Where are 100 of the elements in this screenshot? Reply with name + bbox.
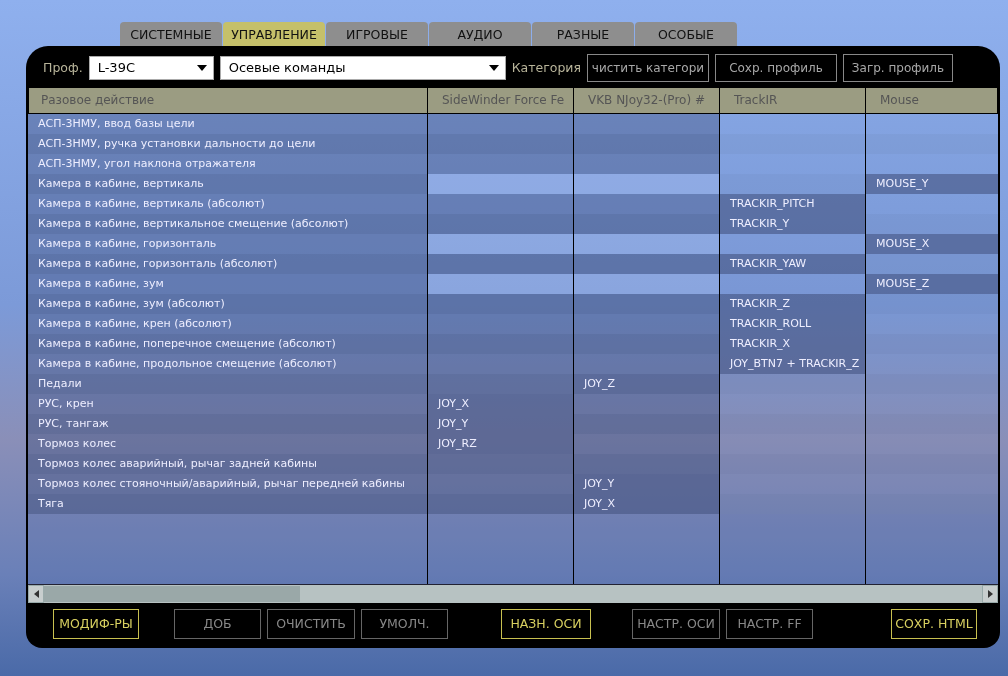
toolbar-button[interactable]: Сохр. профиль xyxy=(714,53,837,82)
binding-cell[interactable] xyxy=(428,453,574,474)
binding-cell[interactable]: MOUSE_Y xyxy=(866,173,998,194)
binding-cell[interactable] xyxy=(866,133,998,154)
action-button[interactable]: ОЧИСТИТЬ xyxy=(267,608,355,639)
binding-cell[interactable] xyxy=(428,493,574,514)
tab[interactable]: АУДИО xyxy=(429,22,531,46)
binding-cell[interactable] xyxy=(866,153,998,174)
action-button[interactable]: НАСТР. ОСИ xyxy=(632,608,720,639)
binding-cell[interactable] xyxy=(720,433,866,454)
toolbar-button[interactable]: Загр. профиль xyxy=(842,53,953,82)
binding-cell[interactable] xyxy=(428,153,574,174)
binding-cell[interactable] xyxy=(574,213,720,234)
binding-cell[interactable] xyxy=(574,193,720,214)
binding-cell[interactable] xyxy=(866,253,998,274)
binding-cell[interactable]: TRACKIR_X xyxy=(720,333,866,354)
binding-cell[interactable] xyxy=(720,453,866,474)
action-cell[interactable]: Педали xyxy=(28,373,428,394)
binding-cell[interactable] xyxy=(574,333,720,354)
binding-cell[interactable]: JOY_Z xyxy=(574,373,720,394)
column-header[interactable]: Разовое действие xyxy=(28,86,428,114)
binding-cell[interactable] xyxy=(866,113,998,134)
binding-cell[interactable]: TRACKIR_ROLL xyxy=(720,313,866,334)
binding-cell[interactable] xyxy=(574,293,720,314)
binding-cell[interactable] xyxy=(720,153,866,174)
binding-cell[interactable]: MOUSE_X xyxy=(866,233,998,254)
binding-cell[interactable]: JOY_BTN7 + TRACKIR_Z xyxy=(720,353,866,374)
binding-cell[interactable] xyxy=(866,293,998,314)
action-cell[interactable]: Камера в кабине, вертикальное смещение (абсолют) xyxy=(28,213,428,234)
action-cell[interactable]: АСП-3НМУ, ручка установки дальности до цели xyxy=(28,133,428,154)
binding-cell[interactable] xyxy=(574,453,720,474)
binding-cell[interactable] xyxy=(428,473,574,494)
binding-cell[interactable] xyxy=(720,393,866,414)
binding-cell[interactable]: JOY_Y xyxy=(428,413,574,434)
binding-cell[interactable] xyxy=(720,473,866,494)
binding-cell[interactable] xyxy=(720,373,866,394)
toolbar-button[interactable]: чистить категори xyxy=(586,53,709,82)
binding-cell[interactable] xyxy=(720,133,866,154)
horizontal-scrollbar[interactable] xyxy=(28,584,998,604)
action-cell[interactable]: Камера в кабине, горизонталь xyxy=(28,233,428,254)
binding-cell[interactable] xyxy=(428,373,574,394)
tab[interactable]: ОСОБЫЕ xyxy=(635,22,737,46)
binding-cell[interactable]: TRACKIR_YAW xyxy=(720,253,866,274)
binding-cell[interactable] xyxy=(428,193,574,214)
binding-cell[interactable] xyxy=(866,393,998,414)
action-cell[interactable]: АСП-3НМУ, угол наклона отражателя xyxy=(28,153,428,174)
action-cell[interactable]: Тяга xyxy=(28,493,428,514)
binding-cell[interactable] xyxy=(720,493,866,514)
binding-cell[interactable]: TRACKIR_Y xyxy=(720,213,866,234)
action-cell[interactable]: Камера в кабине, вертикаль (абсолют) xyxy=(28,193,428,214)
action-cell[interactable]: Тормоз колес аварийный, рычаг задней кабины xyxy=(28,453,428,474)
binding-cell[interactable] xyxy=(428,273,574,294)
binding-cell[interactable] xyxy=(574,433,720,454)
binding-cell[interactable] xyxy=(866,313,998,334)
binding-cell[interactable] xyxy=(574,233,720,254)
binding-cell[interactable] xyxy=(720,173,866,194)
action-button[interactable]: ДОБ xyxy=(174,608,261,639)
binding-cell[interactable] xyxy=(866,213,998,234)
binding-cell[interactable] xyxy=(428,173,574,194)
binding-cell[interactable] xyxy=(866,193,998,214)
binding-cell[interactable]: TRACKIR_PITCH xyxy=(720,193,866,214)
action-cell[interactable]: РУС, тангаж xyxy=(28,413,428,434)
action-cell[interactable]: АСП-3НМУ, ввод базы цели xyxy=(28,113,428,134)
action-cell[interactable]: Камера в кабине, поперечное смещение (абсолют) xyxy=(28,333,428,354)
action-cell[interactable]: Камера в кабине, вертикаль xyxy=(28,173,428,194)
action-cell[interactable]: Камера в кабине, зум xyxy=(28,273,428,294)
binding-cell[interactable] xyxy=(428,133,574,154)
binding-cell[interactable] xyxy=(574,153,720,174)
scrollbar-thumb[interactable] xyxy=(44,586,300,603)
column-header[interactable]: VKB NJoy32-(Pro) # xyxy=(574,86,720,114)
binding-cell[interactable] xyxy=(574,393,720,414)
binding-cell[interactable] xyxy=(720,413,866,434)
action-cell[interactable]: Тормоз колес xyxy=(28,433,428,454)
binding-cell[interactable]: JOY_X xyxy=(428,393,574,414)
tab[interactable]: УПРАВЛЕНИЕ xyxy=(223,22,325,46)
binding-cell[interactable] xyxy=(428,213,574,234)
action-button[interactable]: НАЗН. ОСИ xyxy=(501,608,591,639)
binding-cell[interactable]: JOY_Y xyxy=(574,473,720,494)
binding-cell[interactable] xyxy=(720,273,866,294)
binding-cell[interactable] xyxy=(428,233,574,254)
binding-cell[interactable]: TRACKIR_Z xyxy=(720,293,866,314)
binding-cell[interactable] xyxy=(574,133,720,154)
binding-cell[interactable] xyxy=(574,413,720,434)
binding-cell[interactable] xyxy=(866,353,998,374)
binding-cell[interactable]: MOUSE_Z xyxy=(866,273,998,294)
binding-cell[interactable] xyxy=(574,113,720,134)
scroll-left-button[interactable] xyxy=(28,585,44,604)
action-button[interactable]: УМОЛЧ. xyxy=(361,608,448,639)
action-cell[interactable]: Камера в кабине, продольное смещение (абсолют) xyxy=(28,353,428,374)
binding-cell[interactable] xyxy=(428,113,574,134)
binding-cell[interactable] xyxy=(574,253,720,274)
binding-cell[interactable] xyxy=(866,433,998,454)
binding-cell[interactable] xyxy=(866,453,998,474)
scroll-right-button[interactable] xyxy=(982,585,998,604)
binding-cell[interactable] xyxy=(866,373,998,394)
binding-cell[interactable] xyxy=(866,333,998,354)
tab[interactable]: ИГРОВЫЕ xyxy=(326,22,428,46)
binding-cell[interactable] xyxy=(720,113,866,134)
binding-cell[interactable] xyxy=(574,273,720,294)
tab[interactable]: СИСТЕМНЫЕ xyxy=(120,22,222,46)
